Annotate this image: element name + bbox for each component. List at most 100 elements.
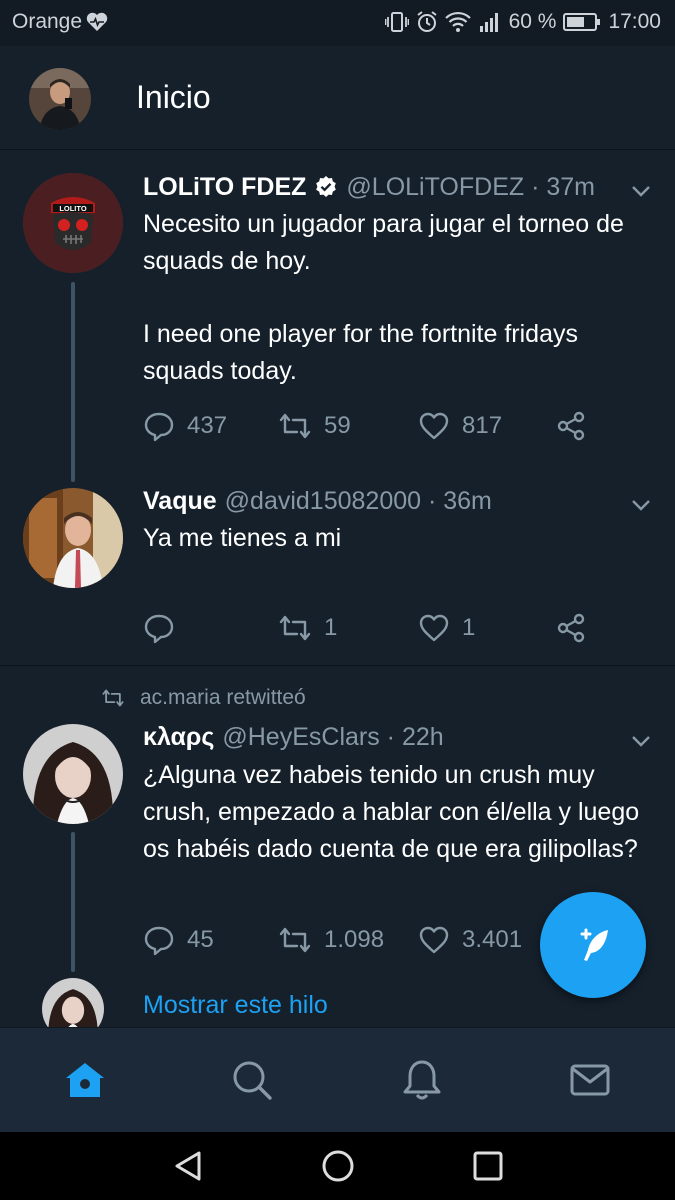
retweet-button[interactable]: 59 [278,408,351,444]
back-triangle-icon [175,1151,201,1181]
tweet-text: Ya me tienes a mi [143,520,653,557]
reply-count: 437 [187,412,228,439]
retweeted-by-label: ac.maria retwitteó [140,686,306,709]
heart-health-icon [86,12,108,32]
avatar[interactable] [23,724,123,824]
chevron-down-icon[interactable] [629,179,653,203]
tweet-header: κλαρς @HeyEsClars · 22h [143,719,444,755]
retweet-count: 1.098 [324,926,385,953]
avatar[interactable] [23,488,123,588]
tweet-actions: 437 59 817 [143,408,653,444]
tweet-text: ¿Alguna vez habeis tenido un crush muy c… [143,757,643,868]
display-name[interactable]: Vaque [143,487,217,516]
battery-icon [563,12,601,32]
system-nav-bar [0,1132,675,1200]
tweet-paragraph: Ya me tienes a mi [143,524,342,552]
like-count: 3.401 [462,926,523,953]
dot-separator: · [379,722,402,751]
compose-feather-icon [580,928,608,961]
tweet-actions: 1 1 [143,610,653,646]
dot-separator: · [524,172,547,201]
recents-square-icon [473,1151,503,1181]
home-circle-icon [322,1150,354,1182]
reply-button[interactable]: 437 [143,408,227,444]
wifi-icon [444,11,471,33]
reply-icon [144,614,174,644]
tab-search[interactable] [230,1058,274,1102]
tweet-header: Vaque @david15082000 · 36m [143,483,492,519]
tab-notifications[interactable] [400,1058,444,1102]
handle: @david15082000 [224,486,422,515]
thread-line [71,282,75,482]
handle: @LOLiTOFDEZ [346,172,525,201]
dot-separator: · [421,486,444,515]
heart-icon [419,614,449,642]
reply-button[interactable] [143,610,187,646]
thread-line [71,832,75,972]
like-count: 817 [462,412,503,439]
tweet[interactable]: LOLITO LOLiTO FDEZ @LOLiTOFDEZ · 37m Nec… [0,151,675,482]
retweet-icon [279,927,311,953]
avatar-logo-text: LOLITO [59,204,87,213]
reply-icon [144,926,174,956]
retweet-button[interactable]: 1.098 [278,922,384,958]
share-button[interactable] [555,610,587,646]
like-button[interactable]: 817 [418,408,502,444]
share-icon [557,411,585,441]
reply-icon [144,412,174,442]
retweet-button[interactable]: 1 [278,610,337,646]
chevron-down-icon[interactable] [629,729,653,753]
chevron-down-icon[interactable] [629,493,653,517]
home-icon [66,1063,104,1097]
app-bar: Inicio [0,46,675,150]
bottom-tab-bar [0,1027,675,1132]
avatar[interactable]: LOLITO [23,173,123,273]
search-icon [233,1061,272,1100]
compose-tweet-button[interactable] [540,892,646,998]
heart-icon [419,412,449,440]
tweet[interactable]: Vaque @david15082000 · 36m Ya me tienes … [0,476,675,666]
tweet-paragraph: Necesito un jugador para jugar el torneo… [143,210,624,275]
timestamp: 36m [443,486,492,515]
thread-avatar[interactable] [42,978,104,1027]
retweet-icon [279,615,311,641]
carrier-name: Orange [12,10,83,33]
display-name[interactable]: LOLiTO FDEZ [143,173,306,202]
signal-icon [478,11,502,33]
tweet-paragraph: ¿Alguna vez habeis tenido un crush muy c… [143,761,640,863]
like-count: 1 [462,614,476,641]
retweet-small-icon [102,689,124,707]
tab-messages[interactable] [568,1058,612,1102]
battery-percent: 60 % [508,10,557,33]
like-button[interactable]: 1 [418,610,475,646]
display-name[interactable]: κλαρς [143,723,214,752]
status-bar: Orange 60 % 17:00 [0,0,675,46]
profile-avatar[interactable] [29,68,91,130]
reply-count: 45 [187,926,214,953]
page-title: Inicio [136,79,211,115]
retweeted-by[interactable]: ac.maria retwitteó [100,686,306,710]
retweet-count: 59 [324,412,351,439]
back-button[interactable] [170,1148,206,1184]
tweet-paragraph: I need one player for the fortnite frida… [143,320,578,385]
mail-icon [570,1064,610,1096]
timestamp: 37m [546,172,596,201]
reply-button[interactable]: 45 [143,922,214,958]
like-button[interactable]: 3.401 [418,922,522,958]
clock-time: 17:00 [608,10,661,33]
timestamp: 22h [401,722,444,751]
retweet-icon [279,413,311,439]
tweet-header: LOLiTO FDEZ @LOLiTOFDEZ · 37m [143,169,595,205]
alarm-icon [416,11,438,33]
vibrate-icon [384,11,409,33]
recents-button[interactable] [470,1148,506,1184]
heart-icon [419,926,449,954]
tab-home[interactable] [63,1058,107,1102]
share-button[interactable] [555,408,587,444]
carrier: Orange [12,10,108,34]
home-nav-button[interactable] [320,1148,356,1184]
handle: @HeyEsClars [222,722,380,751]
show-thread-link[interactable]: Mostrar este hilo [143,991,328,1020]
verified-badge-icon [314,175,338,199]
retweet-count: 1 [324,614,338,641]
